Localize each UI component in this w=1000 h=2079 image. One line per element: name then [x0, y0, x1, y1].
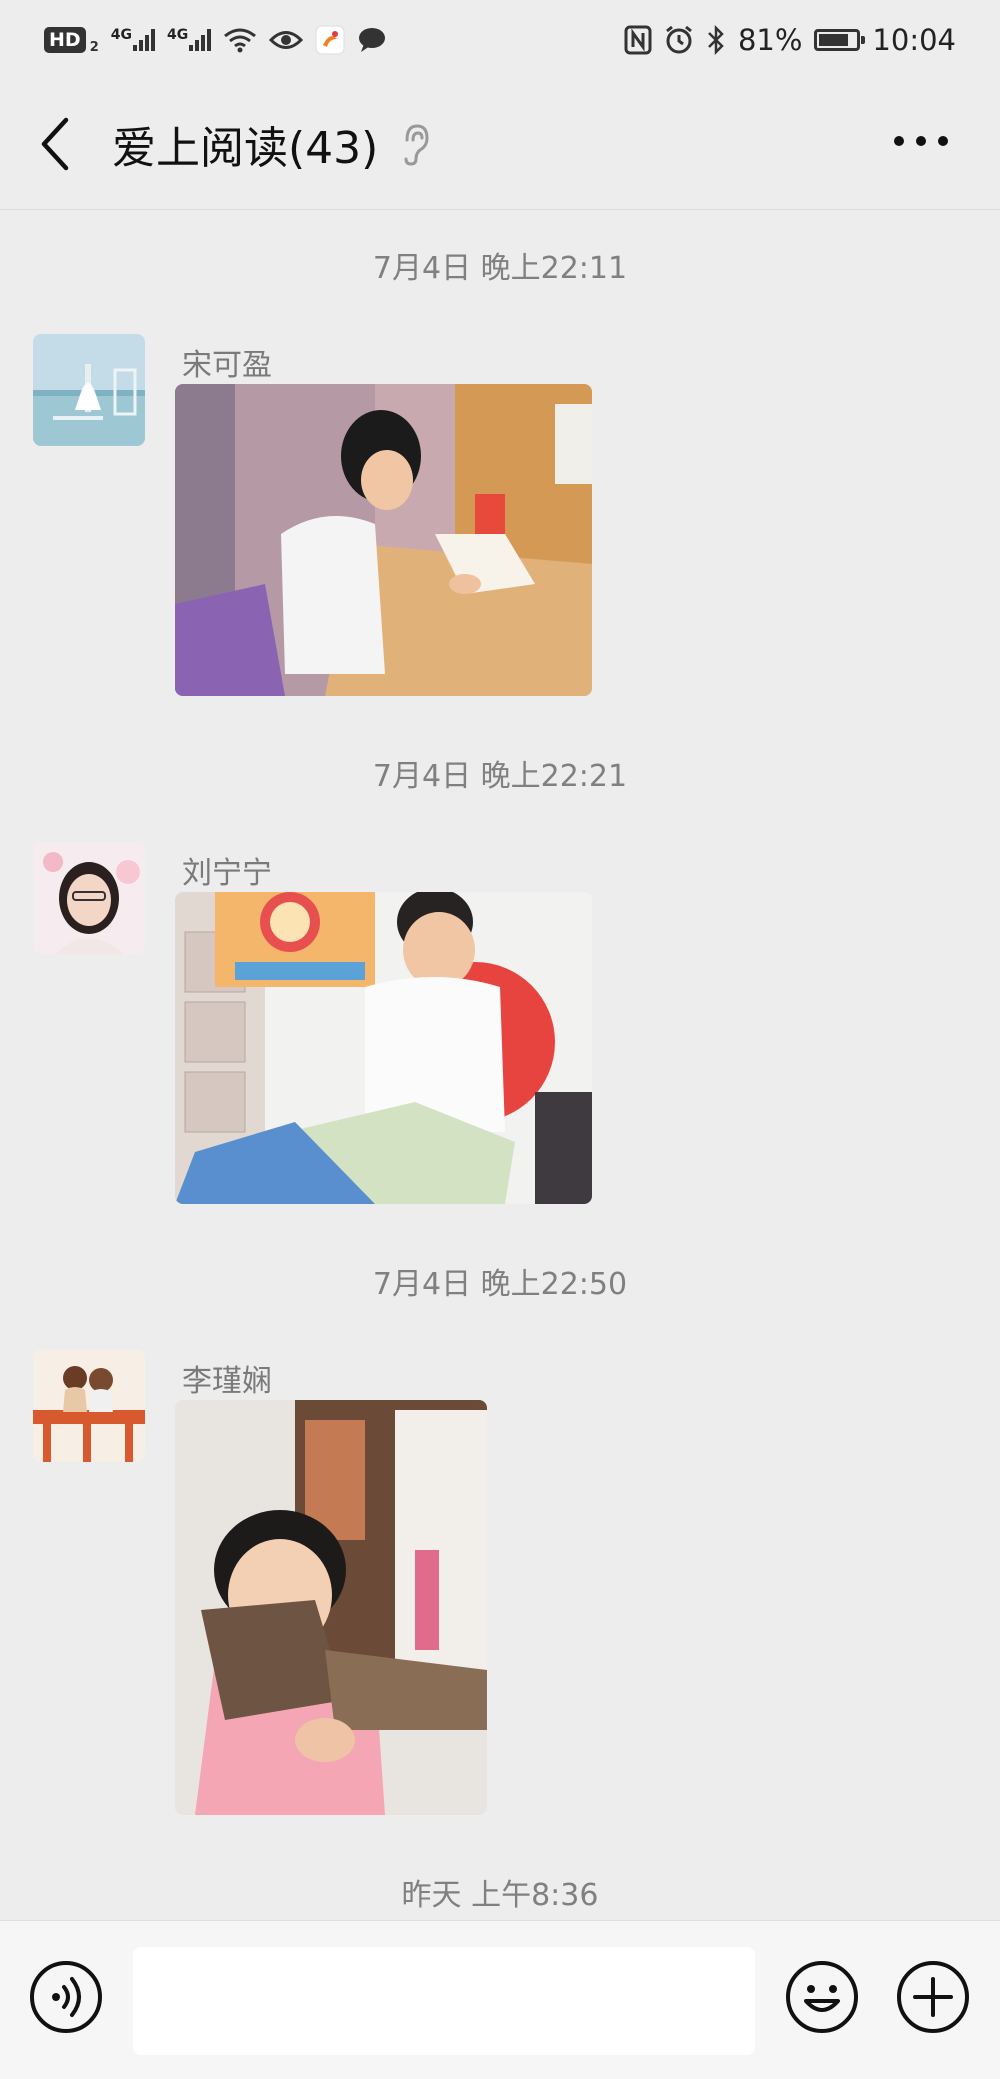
group-name: 爱上阅读(43) — [112, 123, 379, 174]
eye-icon — [269, 31, 304, 49]
avatar[interactable] — [33, 334, 145, 446]
more-dots-icon[interactable] — [894, 136, 950, 152]
sender-name: 宋可盈 — [182, 348, 272, 383]
wifi-icon — [224, 28, 257, 53]
image-message[interactable] — [175, 384, 592, 696]
message-time: 7月4日 晚上22:21 — [372, 759, 628, 794]
smiley-icon[interactable] — [784, 1959, 860, 2035]
nfc-icon — [624, 25, 652, 55]
chevron-left-icon[interactable] — [36, 116, 76, 172]
message-time: 7月4日 晚上22:50 — [372, 1267, 628, 1302]
message-time: 7月4日 晚上22:11 — [372, 251, 628, 286]
bluetooth-icon — [708, 25, 724, 55]
battery-percent: 81% — [737, 23, 803, 57]
message-time: 昨天 上午8:36 — [401, 1878, 599, 1913]
net-label-2: 4G — [166, 27, 189, 43]
status-right: 81% 10:04 — [624, 23, 956, 57]
status-left: HD 2 4G 4G — [44, 25, 387, 55]
avatar[interactable] — [33, 1350, 145, 1462]
clock: 10:04 — [872, 23, 956, 57]
voice-icon[interactable] — [28, 1959, 104, 2035]
sender-name: 李瑾娴 — [182, 1364, 272, 1399]
hd-badge: HD — [44, 27, 86, 53]
avatar[interactable] — [33, 842, 145, 954]
chat-title: 爱上阅读(43) — [112, 112, 432, 176]
net-label-1: 4G — [110, 27, 132, 43]
signal-1-icon: 4G — [110, 27, 155, 51]
sender-name: 刘宁宁 — [182, 856, 272, 891]
message-bubble-icon — [359, 28, 386, 52]
battery-icon — [814, 29, 866, 51]
plus-icon[interactable] — [895, 1959, 971, 2035]
signal-2-icon: 4G — [166, 27, 212, 51]
image-message[interactable] — [175, 1400, 487, 1815]
app-notification-icon — [315, 25, 345, 55]
input-bar — [0, 1920, 1000, 2079]
nav-bar: 爱上阅读(43) — [0, 80, 1000, 210]
hd-sub-label: 2 — [89, 39, 99, 55]
ear-icon — [404, 124, 429, 166]
alarm-icon — [666, 25, 692, 54]
status-bar: HD 2 4G 4G 81% 10:04 — [0, 0, 1000, 80]
image-message[interactable] — [175, 892, 592, 1204]
message-input[interactable] — [133, 1947, 755, 2055]
